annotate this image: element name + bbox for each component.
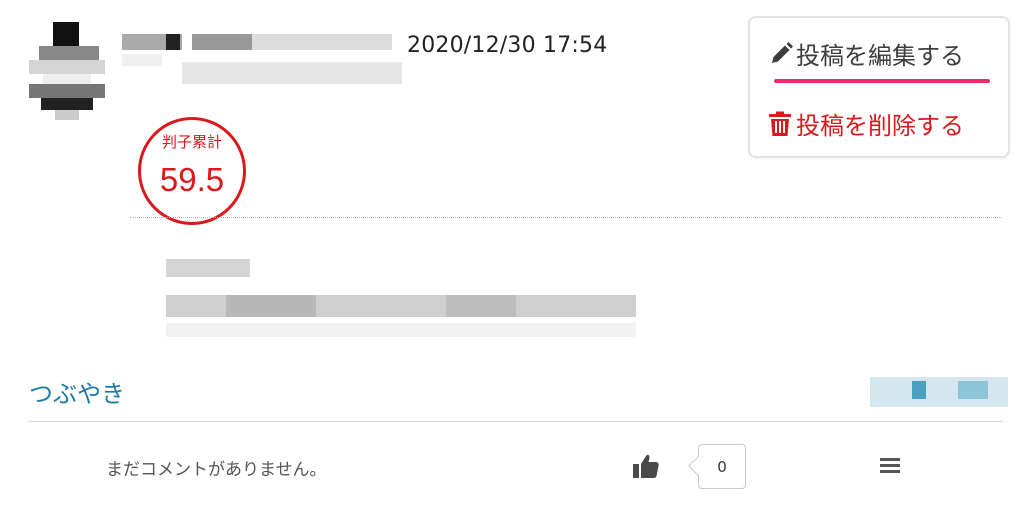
category-tag-redacted[interactable] bbox=[870, 373, 1008, 413]
body-pixel bbox=[446, 295, 516, 317]
hamburger-line bbox=[880, 458, 900, 461]
avatar-pixel bbox=[41, 98, 93, 110]
body-pixel bbox=[166, 323, 636, 337]
stamp-label: 判子累計 bbox=[161, 133, 222, 151]
name-pixel bbox=[192, 34, 252, 50]
avatar-pixel bbox=[43, 74, 91, 84]
avatar-pixel bbox=[55, 110, 79, 120]
author-name-redacted[interactable] bbox=[122, 26, 412, 90]
edit-post-button[interactable]: 投稿を編集する bbox=[768, 36, 964, 71]
tag-pixel bbox=[958, 381, 988, 399]
body-pixel bbox=[226, 295, 316, 317]
avatar-pixel bbox=[39, 46, 99, 60]
post-body-redacted bbox=[166, 251, 646, 341]
hamburger-icon[interactable] bbox=[880, 458, 900, 474]
avatar-pixel bbox=[29, 60, 105, 74]
pencil-icon bbox=[768, 41, 794, 67]
edit-post-label: 投稿を編集する bbox=[796, 42, 964, 70]
tag-pixel bbox=[912, 381, 926, 399]
post-actions-menu: 投稿を編集する 投稿を削除する bbox=[748, 16, 1010, 158]
avatar[interactable] bbox=[29, 14, 115, 122]
body-pixel bbox=[166, 259, 250, 277]
delete-post-button[interactable]: 投稿を削除する bbox=[768, 106, 964, 141]
delete-post-label: 投稿を削除する bbox=[796, 112, 964, 140]
name-pixel bbox=[182, 62, 402, 84]
hamburger-line bbox=[880, 470, 900, 473]
active-item-underline bbox=[774, 79, 990, 83]
trash-icon bbox=[768, 111, 794, 137]
dotted-divider bbox=[130, 217, 1002, 218]
like-count: 0 bbox=[717, 458, 727, 476]
section-divider bbox=[28, 421, 1003, 422]
avatar-pixel bbox=[53, 22, 79, 46]
thumbs-up-icon[interactable] bbox=[632, 452, 660, 480]
name-pixel bbox=[122, 54, 162, 66]
stamp-total-badge: 判子累計 59.5 bbox=[138, 117, 246, 225]
tsubuyaki-link[interactable]: つぶやき bbox=[29, 374, 125, 409]
avatar-pixel bbox=[29, 84, 105, 98]
name-pixel bbox=[166, 34, 180, 50]
name-pixel bbox=[252, 34, 392, 50]
no-comments-text: まだコメントがありません。 bbox=[106, 460, 327, 480]
stamp-value: 59.5 bbox=[159, 161, 225, 198]
like-count-box: 0 bbox=[688, 444, 746, 489]
post-date: 2020/12/30 17:54 bbox=[407, 33, 608, 58]
hamburger-line bbox=[880, 464, 900, 467]
